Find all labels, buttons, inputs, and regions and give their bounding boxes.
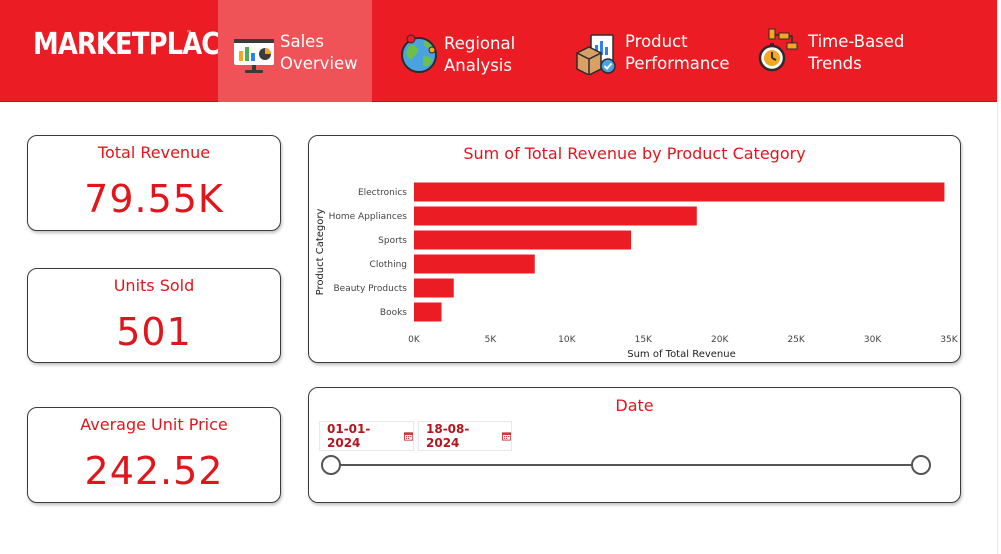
calendar-icon [501, 432, 511, 441]
kpi-card-units-sold: Units Sold 501 [27, 268, 281, 363]
x-tick-label: 15K [635, 335, 653, 345]
bar-home-appliances[interactable] [414, 206, 697, 226]
bar-clothing[interactable] [414, 254, 535, 274]
kpi-card-total-revenue: Total Revenue 79.55K [27, 135, 281, 231]
chart-y-axis-title: Product Category [315, 209, 326, 296]
bar-electronics[interactable] [414, 182, 945, 202]
globe-icon [401, 34, 437, 73]
y-tick-label: Electronics [358, 188, 407, 198]
date-filter-card: Date 01-01-2024 18-08-2024 [308, 387, 961, 503]
trademark-mark: ™ [186, 30, 192, 37]
kpi-title-units-sold: Units Sold [113, 276, 195, 295]
y-tick-label: Beauty Products [333, 284, 407, 294]
date-range-end-handle[interactable] [911, 455, 931, 475]
kpi-title-average-unit-price: Average Unit Price [80, 415, 228, 434]
date-range-slider-track[interactable] [331, 464, 921, 466]
stopwatch-flowchart-icon [758, 28, 798, 72]
nav-product-performance[interactable]: Product Performance [570, 0, 745, 102]
chart-x-axis-title: Sum of Total Revenue [627, 349, 736, 360]
end-date-value: 18-08-2024 [426, 422, 470, 450]
y-tick-label: Home Appliances [329, 212, 408, 222]
y-tick-label: Clothing [370, 260, 407, 270]
kpi-value-average-unit-price: 242.52 [84, 449, 224, 493]
presentation-chart-icon [234, 39, 274, 73]
x-tick-label: 10K [558, 335, 576, 345]
page-edge [997, 0, 1001, 554]
y-tick-label: Books [380, 308, 407, 318]
bar-beauty-products[interactable] [414, 278, 454, 298]
x-tick-label: 0K [408, 335, 421, 345]
nav-label-regional-analysis: Regional Analysis [444, 34, 516, 75]
x-tick-label: 25K [787, 335, 805, 345]
marketplace-logo: MARKETPLACE [33, 27, 237, 62]
bar-chart: Electronics Home Appliances Sports Clothing… [315, 182, 959, 360]
top-navigation-bar: MARKETPLACE ™ Sales Overview Regional An… [0, 0, 997, 102]
nav-time-based-trends[interactable]: Time-Based Trends [755, 0, 930, 102]
nav-label-product-performance: Product Performance [625, 32, 730, 73]
x-tick-label: 30K [864, 335, 882, 345]
end-date-input[interactable]: 18-08-2024 [418, 421, 512, 451]
x-tick-label: 35K [940, 335, 958, 345]
kpi-value-total-revenue: 79.55K [84, 177, 224, 221]
kpi-title-total-revenue: Total Revenue [97, 143, 211, 162]
date-filter-title: Date [615, 396, 654, 415]
nav-sales-overview[interactable]: Sales Overview [218, 0, 372, 102]
nav-label-time-based-trends: Time-Based Trends [808, 32, 905, 73]
bar-sports[interactable] [414, 230, 632, 250]
nav-regional-analysis[interactable]: Regional Analysis [390, 0, 550, 102]
y-tick-label: Sports [378, 236, 407, 246]
bar-books[interactable] [414, 302, 442, 322]
x-tick-label: 5K [485, 335, 498, 345]
kpi-value-units-sold: 501 [116, 310, 192, 354]
start-date-value: 01-01-2024 [327, 422, 371, 450]
kpi-card-average-unit-price: Average Unit Price 242.52 [27, 407, 281, 503]
nav-label-sales-overview: Sales Overview [280, 32, 358, 73]
date-range-start-handle[interactable] [321, 455, 341, 475]
start-date-input[interactable]: 01-01-2024 [319, 421, 414, 451]
revenue-by-category-chart-card: Sum of Total Revenue by Product Category… [308, 135, 961, 363]
product-box-icon [576, 34, 616, 75]
x-tick-label: 20K [711, 335, 729, 345]
calendar-icon [403, 432, 413, 441]
